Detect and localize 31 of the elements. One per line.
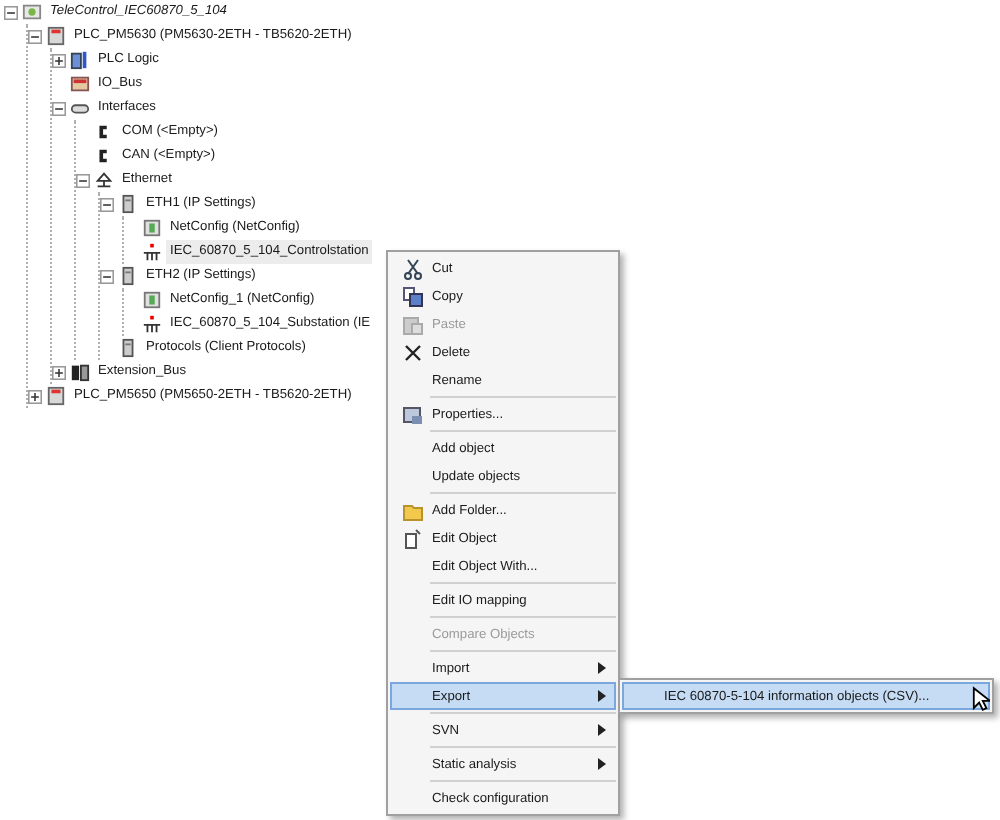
collapse-icon[interactable] — [28, 29, 42, 43]
device-icon — [46, 26, 66, 46]
network-node-icon — [142, 242, 162, 262]
collapse-icon[interactable] — [4, 5, 18, 19]
expand-icon[interactable] — [52, 53, 66, 67]
logic-icon — [70, 50, 90, 70]
config-icon — [142, 218, 162, 238]
config-icon — [142, 290, 162, 310]
extension-icon — [70, 362, 90, 382]
expand-icon[interactable] — [52, 365, 66, 379]
scissors-icon — [401, 257, 423, 279]
close-icon — [401, 341, 423, 363]
document-icon — [401, 527, 423, 549]
collapse-icon[interactable] — [76, 173, 90, 187]
expand-icon[interactable] — [28, 389, 42, 403]
bus-icon — [70, 74, 90, 94]
device-icon — [46, 386, 66, 406]
module-icon — [118, 338, 138, 358]
module-icon — [118, 194, 138, 214]
paste-icon — [401, 313, 423, 335]
connector-icon — [70, 98, 90, 118]
collapse-icon[interactable] — [100, 197, 114, 211]
collapse-icon[interactable] — [52, 101, 66, 115]
network-icon — [94, 170, 114, 190]
folder-icon — [401, 499, 423, 521]
module-icon — [118, 266, 138, 286]
project-icon — [22, 2, 42, 22]
collapse-icon[interactable] — [100, 269, 114, 283]
copy-icon — [401, 285, 423, 307]
network-node-icon — [142, 314, 162, 334]
properties-icon — [401, 403, 423, 425]
